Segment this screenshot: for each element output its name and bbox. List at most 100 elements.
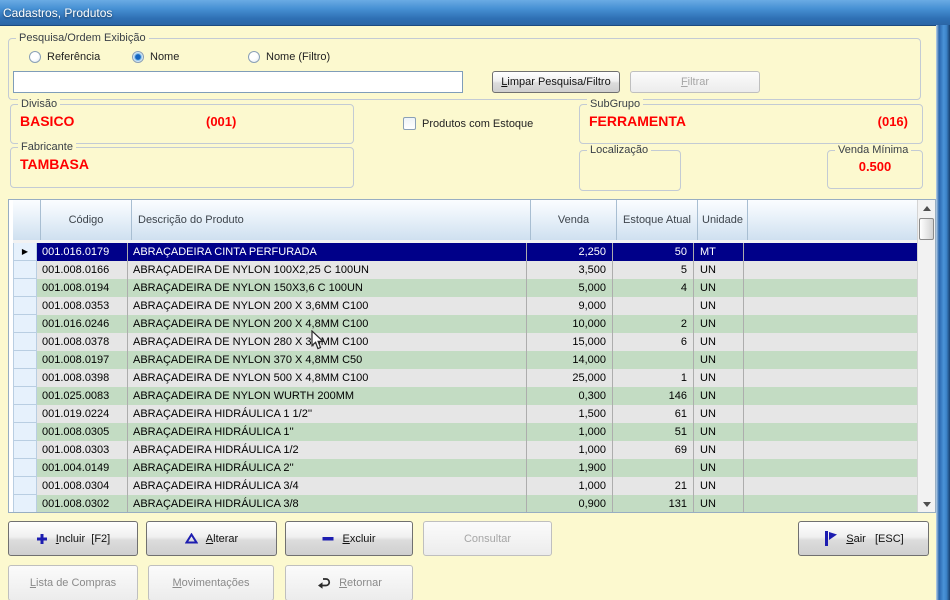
header-descricao[interactable]: Descrição do Produto <box>132 200 531 240</box>
scroll-up-button[interactable] <box>918 200 935 216</box>
filter-button: Filtrar <box>630 71 760 93</box>
subgrupo-label: SubGrupo <box>587 98 643 110</box>
radio-nome[interactable]: Nome <box>132 51 179 63</box>
cell-codigo: 001.008.0305 <box>37 423 128 441</box>
cell-codigo: 001.008.0304 <box>37 477 128 495</box>
header-codigo[interactable]: Código <box>41 200 132 240</box>
table-row[interactable]: 001.008.0302 ABRAÇADEIRA HIDRÁULICA 3/8 … <box>13 495 917 512</box>
lista-compras-button: Lista de Compras <box>8 565 138 600</box>
table-row[interactable]: 001.008.0166 ABRAÇADEIRA DE NYLON 100X2,… <box>13 261 917 279</box>
table-row[interactable]: 001.016.0246 ABRAÇADEIRA DE NYLON 200 X … <box>13 315 917 333</box>
cell-estoque: 61 <box>613 405 694 423</box>
movimentacoes-button: Movimentações <box>148 565 274 600</box>
checkbox-label: Produtos com Estoque <box>422 118 533 130</box>
table-row[interactable]: 001.008.0378 ABRAÇADEIRA DE NYLON 280 X … <box>13 333 917 351</box>
scroll-down-button[interactable] <box>918 496 935 512</box>
cell-unidade: UN <box>694 351 744 369</box>
titlebar[interactable]: Cadastros, Produtos <box>0 0 950 26</box>
return-arrow-icon <box>316 577 331 589</box>
row-indicator <box>13 315 37 333</box>
arrow-down-icon <box>923 502 931 507</box>
row-indicator <box>13 243 37 261</box>
row-indicator <box>13 333 37 351</box>
cell-codigo: 001.008.0353 <box>37 297 128 315</box>
clear-filter-button[interactable]: Limpar Pesquisa/Filtro <box>492 71 620 93</box>
cell-venda: 9,000 <box>527 297 613 315</box>
fabricante-label: Fabricante <box>18 141 76 153</box>
row-indicator <box>13 387 37 405</box>
button-label: Lista de Compras <box>30 577 116 589</box>
search-input[interactable] <box>13 71 463 93</box>
cell-estoque: 6 <box>613 333 694 351</box>
cell-venda: 1,000 <box>527 441 613 459</box>
cell-filler <box>744 369 917 387</box>
row-indicator <box>13 441 37 459</box>
cell-descricao: ABRAÇADEIRA DE NYLON WURTH 200MM <box>128 387 527 405</box>
table-row[interactable]: 001.008.0197 ABRAÇADEIRA DE NYLON 370 X … <box>13 351 917 369</box>
cell-estoque: 2 <box>613 315 694 333</box>
divisao-value: BASICO <box>20 113 74 129</box>
cell-codigo: 001.008.0302 <box>37 495 128 512</box>
cell-filler <box>744 297 917 315</box>
cell-venda: 1,000 <box>527 423 613 441</box>
scroll-thumb[interactable] <box>919 218 934 240</box>
cell-venda: 25,000 <box>527 369 613 387</box>
cell-codigo: 001.008.0197 <box>37 351 128 369</box>
vertical-scrollbar[interactable] <box>917 200 935 512</box>
divisao-label: Divisão <box>18 98 60 110</box>
radio-icon <box>29 51 41 63</box>
products-window: Cadastros, Produtos Pesquisa/Ordem Exibi… <box>0 0 950 600</box>
cell-filler <box>744 423 917 441</box>
table-row[interactable]: 001.008.0303 ABRAÇADEIRA HIDRÁULICA 1/2 … <box>13 441 917 459</box>
cell-venda: 0,900 <box>527 495 613 512</box>
row-indicator <box>13 369 37 387</box>
stock-checkbox[interactable]: Produtos com Estoque <box>403 117 533 130</box>
row-indicator <box>13 405 37 423</box>
table-row[interactable]: 001.019.0224 ABRAÇADEIRA HIDRÁULICA 1 1/… <box>13 405 917 423</box>
excluir-button[interactable]: Excluir <box>285 521 413 556</box>
radio-referencia[interactable]: Referência <box>29 51 100 63</box>
header-estoque[interactable]: Estoque Atual <box>617 200 698 240</box>
cell-descricao: ABRAÇADEIRA HIDRÁULICA 3/8 <box>128 495 527 512</box>
cell-filler <box>744 279 917 297</box>
localizacao-label: Localização <box>587 144 651 156</box>
cell-descricao: ABRAÇADEIRA DE NYLON 100X2,25 C 100UN <box>128 261 527 279</box>
cell-venda: 0,300 <box>527 387 613 405</box>
header-filler <box>748 200 917 240</box>
cell-descricao: ABRAÇADEIRA DE NYLON 200 X 4,8MM C100 <box>128 315 527 333</box>
cell-codigo: 001.008.0303 <box>37 441 128 459</box>
cell-filler <box>744 243 917 261</box>
cell-unidade: UN <box>694 423 744 441</box>
table-row[interactable]: 001.025.0083 ABRAÇADEIRA DE NYLON WURTH … <box>13 387 917 405</box>
minus-icon <box>322 536 334 542</box>
venda-minima-groupbox: Venda Mínima 0.500 <box>827 150 923 189</box>
header-venda[interactable]: Venda <box>531 200 617 240</box>
radio-icon <box>248 51 260 63</box>
cell-descricao: ABRAÇADEIRA HIDRÁULICA 1'' <box>128 423 527 441</box>
incluir-button[interactable]: Incluir [F2] <box>8 521 138 556</box>
table-row[interactable]: 001.008.0304 ABRAÇADEIRA HIDRÁULICA 3/4 … <box>13 477 917 495</box>
cell-filler <box>744 315 917 333</box>
table-row[interactable]: 001.008.0194 ABRAÇADEIRA DE NYLON 150X3,… <box>13 279 917 297</box>
table-row[interactable]: 001.008.0398 ABRAÇADEIRA DE NYLON 500 X … <box>13 369 917 387</box>
table-row[interactable]: 001.008.0305 ABRAÇADEIRA HIDRÁULICA 1'' … <box>13 423 917 441</box>
row-indicator <box>13 279 37 297</box>
cell-estoque: 1 <box>613 369 694 387</box>
fabricante-groupbox: Fabricante TAMBASA <box>10 147 354 188</box>
alterar-button[interactable]: Alterar <box>146 521 277 556</box>
button-label: Alterar <box>206 533 238 545</box>
row-indicator <box>13 351 37 369</box>
cell-unidade: UN <box>694 279 744 297</box>
radio-nome-filtro[interactable]: Nome (Filtro) <box>248 51 330 63</box>
cell-estoque: 21 <box>613 477 694 495</box>
cell-filler <box>744 405 917 423</box>
table-row[interactable]: 001.008.0353 ABRAÇADEIRA DE NYLON 200 X … <box>13 297 917 315</box>
sair-button[interactable]: Sair [ESC] <box>798 521 929 556</box>
table-row[interactable]: 001.004.0149 ABRAÇADEIRA HIDRÁULICA 2'' … <box>13 459 917 477</box>
arrow-up-icon <box>923 206 931 211</box>
divisao-code: (001) <box>206 114 236 129</box>
table-row[interactable]: 001.016.0179 ABRAÇADEIRA CINTA PERFURADA… <box>13 243 917 261</box>
cell-filler <box>744 441 917 459</box>
radio-icon <box>132 51 144 63</box>
header-unidade[interactable]: Unidade <box>698 200 748 240</box>
